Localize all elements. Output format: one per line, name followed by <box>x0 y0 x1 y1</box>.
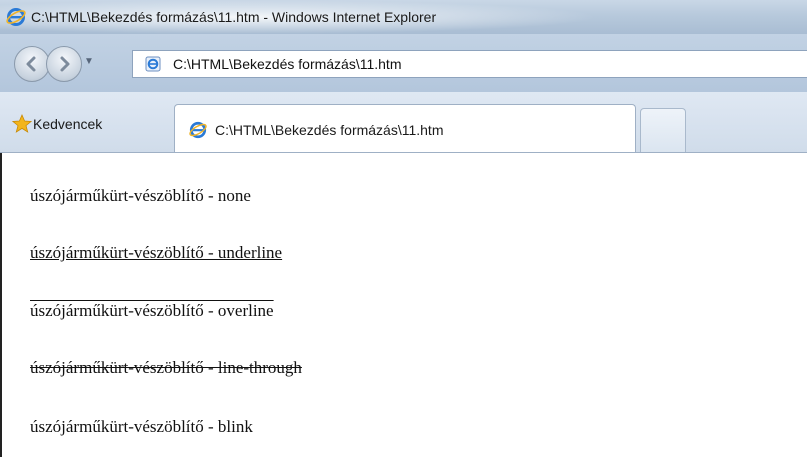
text-decoration-overline-line: úszójárműkürt-vészöblítő - overline <box>30 301 274 320</box>
favorites-label[interactable]: Kedvencek <box>33 116 102 132</box>
tab-label: C:\HTML\Bekezdés formázás\11.htm <box>215 122 444 138</box>
forward-arrow-icon <box>60 56 70 72</box>
history-dropdown-icon[interactable]: ▼ <box>84 56 94 67</box>
window-title: C:\HTML\Bekezdés formázás\11.htm - Windo… <box>31 9 437 25</box>
title-bar: C:\HTML\Bekezdés formázás\11.htm - Windo… <box>0 0 807 35</box>
favorites-star-icon[interactable] <box>11 113 33 134</box>
favorites-bar: Kedvencek C:\HTML\Bekezdés formázás\11.h… <box>0 92 807 153</box>
new-tab-button[interactable] <box>640 108 686 152</box>
address-bar[interactable]: C:\HTML\Bekezdés formázás\11.htm <box>132 50 807 78</box>
back-button[interactable] <box>14 46 50 82</box>
ie-page-icon <box>145 56 161 72</box>
text-decoration-none-line: úszójárműkürt-vészöblítő - none <box>30 186 251 205</box>
ie-logo-icon <box>6 7 26 27</box>
tab-current[interactable]: C:\HTML\Bekezdés formázás\11.htm <box>174 104 636 152</box>
page-content: úszójárműkürt-vészöblítő - none úszójárm… <box>0 153 807 457</box>
back-arrow-icon <box>26 56 36 72</box>
address-url[interactable]: C:\HTML\Bekezdés formázás\11.htm <box>173 56 401 72</box>
text-decoration-blink-line: úszójárműkürt-vészöblítő - blink <box>30 417 253 436</box>
navigation-bar: ▼ C:\HTML\Bekezdés formázás\11.htm <box>0 34 807 92</box>
text-decoration-line-through-line: úszójárműkürt-vészöblítő - line-through <box>30 358 302 377</box>
forward-button[interactable] <box>46 46 82 82</box>
text-decoration-underline-line: úszójárműkürt-vészöblítő - underline <box>30 243 283 262</box>
ie-logo-icon <box>189 121 207 139</box>
